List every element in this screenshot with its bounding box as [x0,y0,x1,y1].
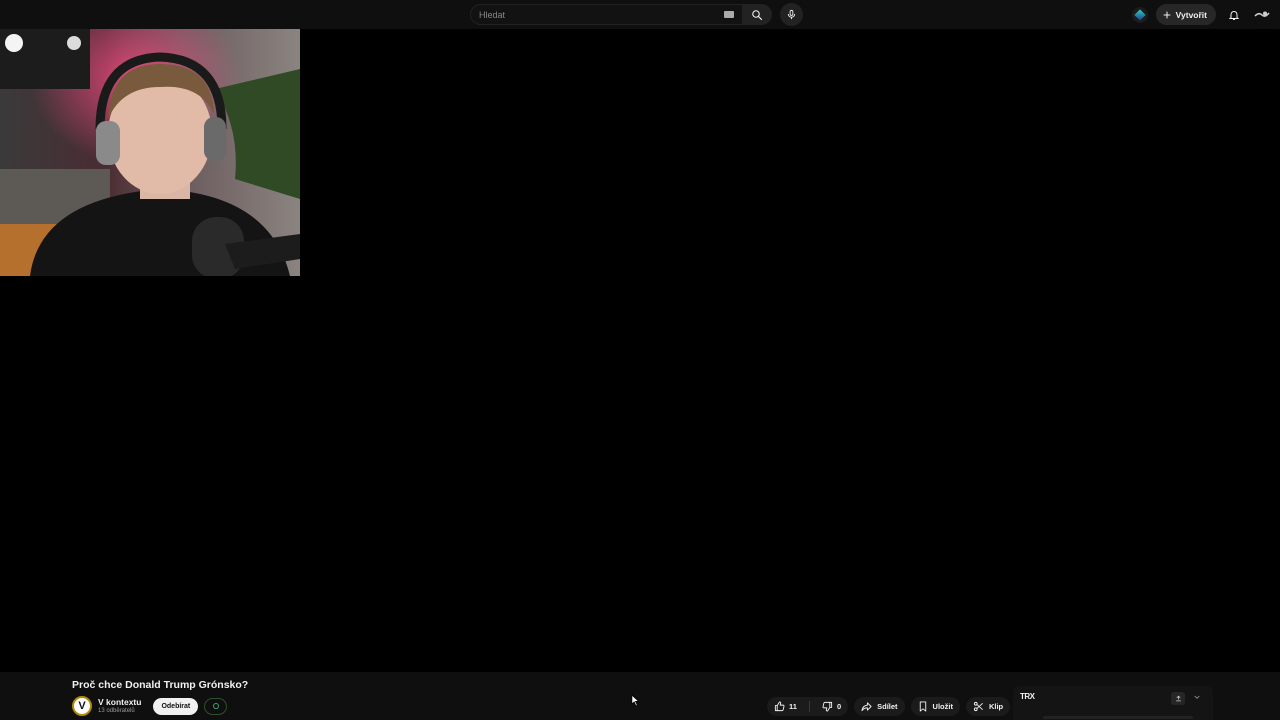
keyboard-icon[interactable] [724,11,734,18]
like-count: 11 [789,702,797,711]
microphone-icon [787,9,796,20]
upload-icon [1175,695,1181,702]
side-panel-content [1043,716,1193,719]
save-label: Uložit [932,702,953,711]
share-button[interactable]: Sdílet [854,697,905,716]
account-avatar[interactable] [1252,4,1272,25]
video-title: Proč chce Donald Trump Grónsko? [72,679,249,691]
subscribe-button[interactable]: Odebírat [153,697,199,715]
video-actions: 11 0 Sdílet Uložit Klip [767,697,1036,716]
subscriber-count: 13 odběratelů [98,708,135,714]
join-button[interactable] [204,697,228,715]
save-button[interactable]: Uložit [910,697,960,716]
divider [808,701,810,712]
create-label: Vytvořit [1175,9,1207,20]
channel-avatar[interactable]: V [72,696,92,716]
clip-button[interactable]: Klip [965,697,1011,716]
like-dislike-group: 11 0 [767,697,849,716]
side-panel-logo: TRX [1020,692,1035,701]
thumbs-up-icon [774,701,785,712]
expand-button[interactable] [1193,693,1201,701]
bell-icon [1228,10,1240,20]
upload-button[interactable] [1171,692,1185,705]
channel-name[interactable]: V kontextu [98,697,141,707]
webcam-overlay [0,29,300,276]
search-icon [752,9,763,20]
channel-row: V V kontextu 13 odběratelů Odebírat [72,696,228,716]
dislike-count: 0 [836,702,842,711]
video-info-bar: Proč chce Donald Trump Grónsko? V V kont… [0,672,1280,720]
avatar-icon [1254,11,1270,17]
like-button[interactable]: 11 [767,697,804,716]
share-icon [861,702,872,712]
side-panel-header: TRX [1013,686,1213,720]
voice-search-button[interactable] [780,3,803,26]
notifications-button[interactable] [1224,5,1244,25]
search-placeholder: Hledat [479,9,506,20]
loading-icon [212,703,219,709]
channel-avatar-letter: V [78,700,86,712]
search-button[interactable] [742,4,772,25]
webcam-image [0,29,300,276]
bookmark-icon [919,701,926,712]
share-label: Sdílet [877,702,898,711]
thumbs-down-icon [822,701,833,712]
channel-info: V kontextu 13 odběratelů [98,697,141,715]
search-bar: Hledat [470,4,772,25]
dislike-button[interactable]: 0 [815,697,848,716]
search-input[interactable]: Hledat [470,4,742,25]
chevron-down-icon [1194,695,1200,699]
video-player[interactable] [0,29,1280,672]
header-actions: Vytvořit [1131,3,1272,26]
mouse-cursor-icon [631,694,640,707]
extension-icon[interactable] [1131,6,1148,23]
plus-icon [1163,11,1170,18]
scissors-icon [973,701,983,712]
top-bar: Hledat Vytvořit [0,0,1280,29]
clip-label: Klip [988,702,1004,711]
create-button[interactable]: Vytvořit [1155,4,1216,25]
